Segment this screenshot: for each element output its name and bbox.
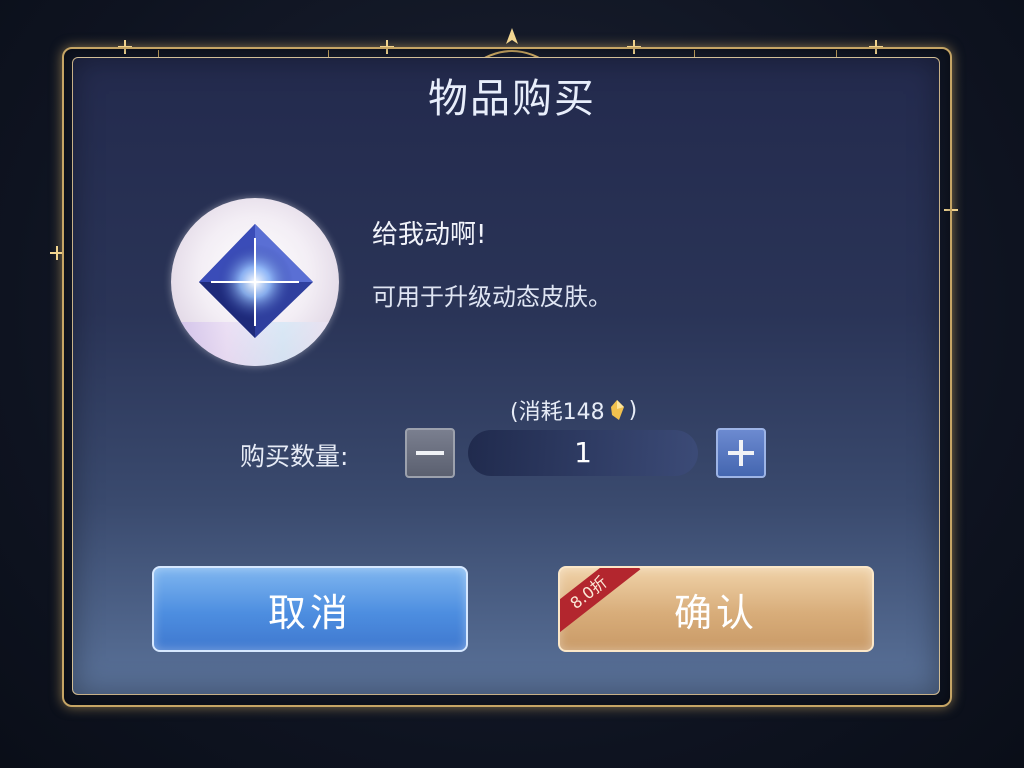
minus-icon (416, 451, 444, 455)
confirm-button[interactable]: 8.0折 确认 (558, 566, 874, 652)
cost-label: (消耗148 ) (510, 394, 637, 426)
cancel-label: 取消 (267, 590, 352, 635)
discount-badge: 8.0折 (560, 568, 641, 638)
increase-quantity-button[interactable] (716, 428, 766, 478)
cost-text: (消耗148 (510, 400, 605, 425)
decrease-quantity-button[interactable] (405, 428, 455, 478)
item-description: 可用于升级动态皮肤。 (372, 283, 612, 311)
item-name: 给我动啊! (372, 220, 487, 250)
item-icon (171, 198, 339, 366)
plus-icon (728, 440, 754, 466)
confirm-label: 确认 (673, 590, 758, 635)
quantity-input[interactable]: 1 (468, 430, 698, 476)
quantity-label: 购买数量: (240, 442, 349, 471)
dialog-title: 物品购买 (428, 76, 596, 122)
cost-suffix: ) (628, 397, 638, 423)
cancel-button[interactable]: 取消 (152, 566, 468, 652)
diamond-crystal-icon (199, 224, 313, 338)
gold-gem-icon (610, 400, 624, 420)
